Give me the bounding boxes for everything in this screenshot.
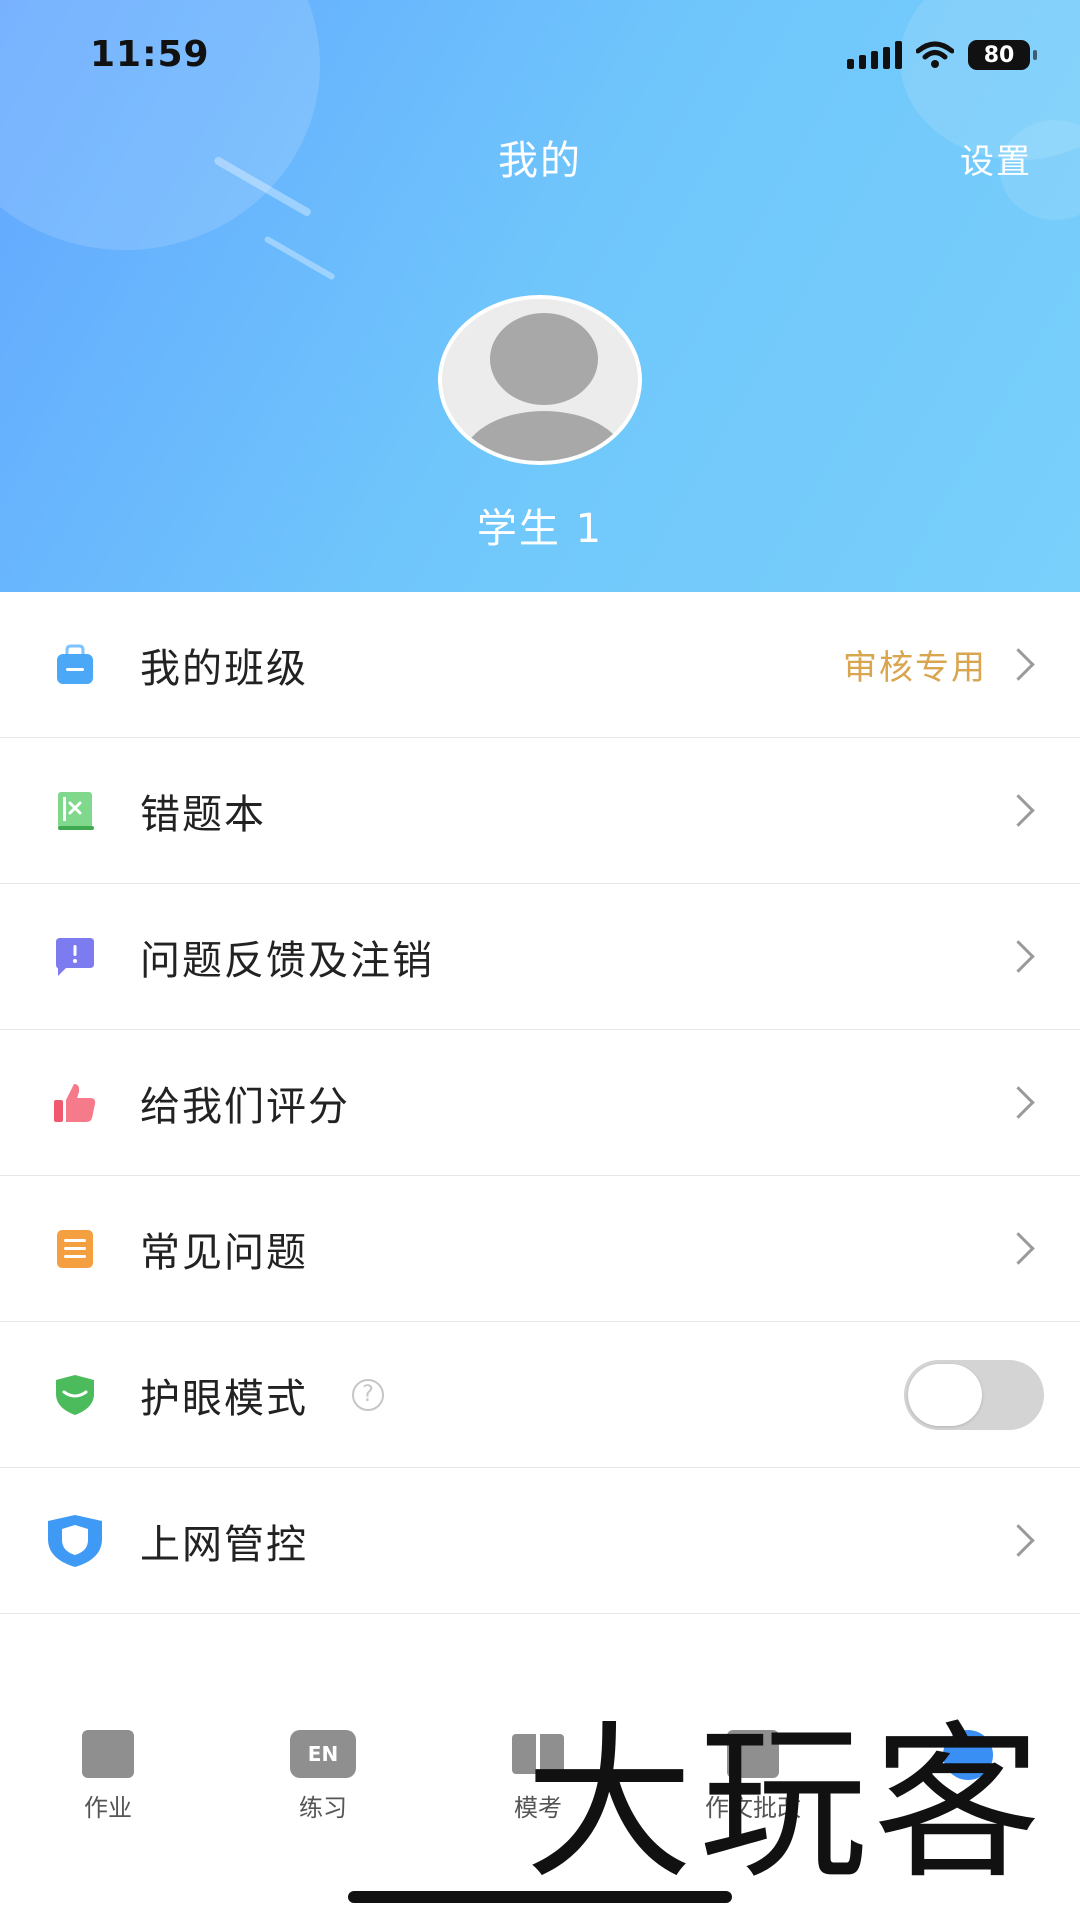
eye-care-icon — [56, 1374, 94, 1415]
toggle-knob — [908, 1363, 982, 1426]
tab-label: 作业 — [84, 1794, 132, 1822]
menu-item-faq[interactable]: 常见问题 — [0, 1176, 1080, 1322]
decor-streak — [263, 235, 336, 281]
settings-button[interactable]: 设置 — [960, 134, 1032, 183]
wifi-icon — [916, 41, 954, 68]
tab-label: 练习 — [299, 1794, 347, 1822]
menu-item-label: 常见问题 — [140, 1229, 308, 1276]
help-icon[interactable]: ? — [352, 1378, 384, 1411]
thumbs-up-icon — [54, 1083, 96, 1122]
wrong-book-icon — [58, 791, 94, 830]
feedback-icon — [56, 937, 94, 976]
battery-icon: 80 — [968, 40, 1037, 70]
menu-item-label: 错题本 — [140, 791, 266, 838]
chevron-right-icon — [1002, 1086, 1035, 1119]
class-status-text: 审核专用 — [843, 648, 987, 688]
avatar[interactable] — [438, 295, 642, 465]
chevron-right-icon — [1002, 1524, 1035, 1557]
chevron-right-icon — [1002, 794, 1035, 827]
menu-item-wrong-book[interactable]: 错题本 — [0, 738, 1080, 884]
chevron-right-icon — [1002, 940, 1035, 973]
menu-item-label: 护眼模式 — [140, 1375, 308, 1422]
class-bag-icon — [57, 644, 93, 684]
status-time: 11:59 — [90, 34, 210, 75]
username: 学生 1 — [476, 506, 604, 552]
faq-list-icon — [57, 1229, 93, 1268]
en-practice-icon: EN — [290, 1730, 356, 1778]
menu-item-rate-us[interactable]: 给我们评分 — [0, 1030, 1080, 1176]
chevron-right-icon — [1002, 1232, 1035, 1265]
homework-icon — [82, 1730, 134, 1778]
tab-homework[interactable]: 作业 — [38, 1730, 178, 1823]
eye-care-toggle[interactable] — [904, 1359, 1044, 1430]
profile-header: 11:59 80 我的 设置 学生 1 — [0, 0, 1080, 592]
tab-practice[interactable]: EN 练习 — [253, 1730, 393, 1823]
cellular-signal-icon — [847, 41, 902, 69]
page-title: 我的 — [498, 138, 582, 184]
menu-item-label: 上网管控 — [140, 1521, 308, 1568]
watermark-logo: 大玩客 — [525, 1706, 1047, 1902]
home-indicator — [348, 1891, 732, 1903]
menu-item-my-class[interactable]: 我的班级 审核专用 — [0, 592, 1080, 738]
menu-item-label: 问题反馈及注销 — [140, 937, 434, 984]
menu-item-label: 给我们评分 — [140, 1083, 350, 1130]
menu-item-eye-care: 护眼模式 ? — [0, 1322, 1080, 1468]
chevron-right-icon — [1002, 648, 1035, 681]
menu-item-internet-control[interactable]: 上网管控 — [0, 1468, 1080, 1614]
settings-menu: 我的班级 审核专用 错题本 问题反馈及注销 给我们评分 常见问题 护眼模式 ? … — [0, 592, 1080, 1614]
menu-item-label: 我的班级 — [140, 645, 308, 692]
menu-item-feedback[interactable]: 问题反馈及注销 — [0, 884, 1080, 1030]
shield-icon — [48, 1514, 102, 1567]
status-icons: 80 — [847, 40, 1037, 70]
